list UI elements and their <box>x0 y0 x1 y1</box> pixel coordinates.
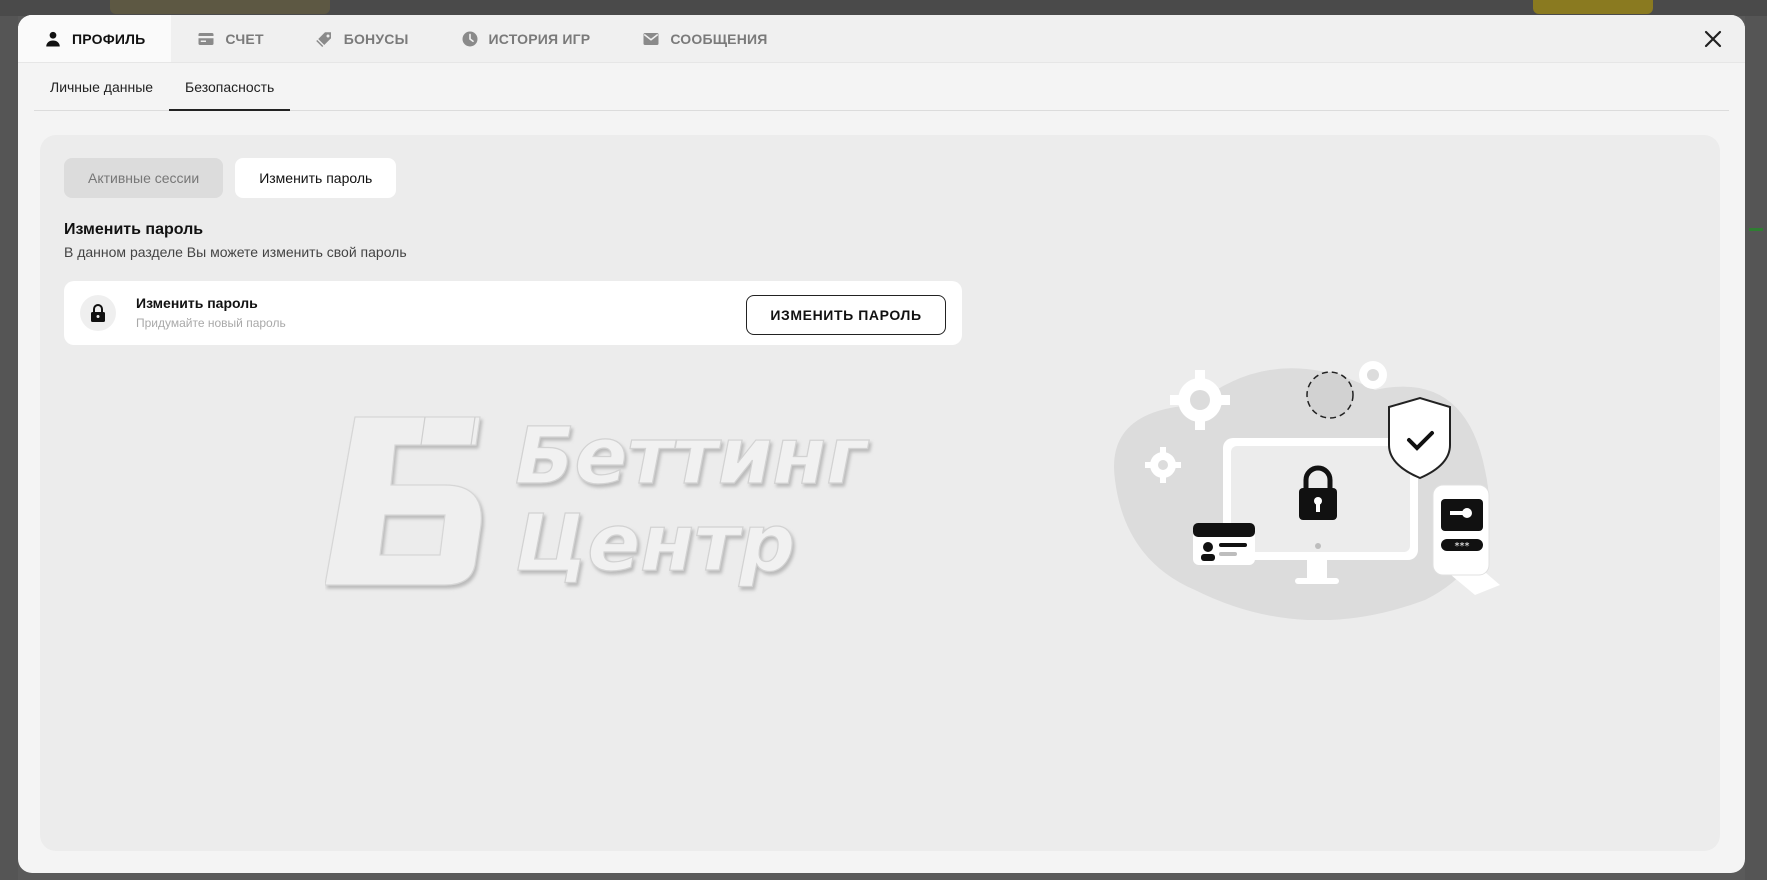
security-pills: Активные сессии Изменить пароль <box>64 158 397 198</box>
tab-messages[interactable]: СООБЩЕНИЯ <box>616 15 793 62</box>
card-title: Изменить пароль <box>136 295 258 311</box>
subtab-label: Личные данные <box>50 78 154 95</box>
change-password-tab-button[interactable]: Изменить пароль <box>235 158 397 198</box>
top-tabs: ПРОФИЛЬ СЧЕТ БОНУСЫ ИСТОРИЯ ИГР СООБЩЕНИ… <box>18 15 1745 63</box>
change-password-card: Изменить пароль Придумайте новый пароль … <box>64 281 962 345</box>
card-subtitle: Придумайте новый пароль <box>136 316 286 330</box>
user-icon <box>46 31 60 46</box>
tab-game-history[interactable]: ИСТОРИЯ ИГР <box>435 15 617 62</box>
security-illustration: *** <box>1114 361 1500 620</box>
id-card-icon <box>1193 523 1255 565</box>
dashed-circle-icon <box>1306 371 1354 419</box>
mail-icon <box>643 32 659 45</box>
tab-label: СЧЕТ <box>225 30 264 47</box>
subtab-security[interactable]: Безопасность <box>169 63 291 111</box>
close-icon[interactable] <box>1701 27 1725 51</box>
watermark-logo: Беттинг Центр <box>325 415 870 590</box>
tab-label: БОНУСЫ <box>343 30 409 47</box>
tab-label: ИСТОРИЯ ИГР <box>488 30 591 47</box>
subtab-label: Безопасность <box>185 78 275 95</box>
shield-check-icon <box>1388 396 1451 480</box>
profile-modal: ПРОФИЛЬ СЧЕТ БОНУСЫ ИСТОРИЯ ИГР СООБЩЕНИ… <box>18 15 1745 873</box>
subtab-personal-data[interactable]: Личные данные <box>34 63 169 110</box>
active-sessions-button[interactable]: Активные сессии <box>64 158 224 198</box>
background-button <box>1533 0 1653 14</box>
watermark-line2: Центр <box>515 499 795 589</box>
tab-account[interactable]: СЧЕТ <box>171 15 289 62</box>
section-title: Изменить пароль <box>64 221 204 238</box>
tab-profile[interactable]: ПРОФИЛЬ <box>18 15 172 62</box>
sub-tabs: Личные данные Безопасность <box>34 63 1729 111</box>
svg-text:***: *** <box>1455 541 1470 552</box>
card-icon <box>198 32 214 45</box>
security-panel: Активные сессии Изменить пароль Изменить… <box>40 135 1720 851</box>
clock-icon <box>462 31 477 46</box>
tab-label: ПРОФИЛЬ <box>72 30 146 47</box>
lock-icon <box>80 295 116 331</box>
tab-label: СООБЩЕНИЯ <box>670 30 768 47</box>
section-description: В данном разделе Вы можете изменить свой… <box>64 244 407 260</box>
background-right-panel <box>1745 16 1767 880</box>
background-logo <box>110 0 330 14</box>
tab-bonuses[interactable]: БОНУСЫ <box>290 15 435 62</box>
tag-icon <box>315 31 331 47</box>
watermark-line1: Беттинг <box>515 415 869 502</box>
background-sidebar <box>0 16 18 880</box>
change-password-button[interactable]: ИЗМЕНИТЬ ПАРОЛЬ <box>746 295 946 335</box>
